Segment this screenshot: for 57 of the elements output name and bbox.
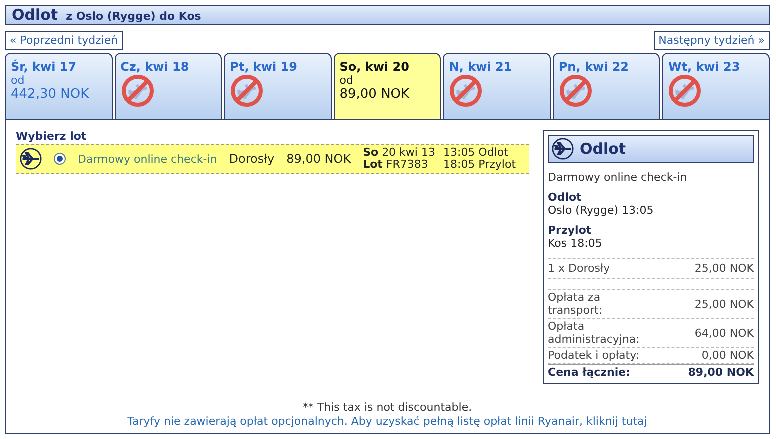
no-flight-icon [230,74,264,108]
from-label: od [340,74,354,87]
day-label: Wt, kwi 23 [668,60,740,74]
fee-label: Opłata za transport: [548,291,604,317]
fee-value: 64,00 NOK [694,326,754,340]
passenger-type: Dorosły [229,152,275,166]
no-flight-icon [558,74,593,108]
tax-note: ** This tax is not discountable. [302,401,474,415]
departure-time: 13:05 Odlot [443,147,510,159]
day-label: So, kwi 20 [340,60,410,74]
section-heading: Wybierz lot [16,130,88,143]
from-label: od [11,74,25,87]
arrival-label: Przylot [548,224,593,237]
day-label: N, kwi 21 [449,60,512,74]
day-tab[interactable]: N, kwi 21 [443,53,551,119]
day-tab[interactable]: So, kwi 20 od 89,00 NOK [334,53,442,119]
arrival-time: 18:05 Przylot [443,159,516,171]
next-week-button[interactable]: Następny tydzień » [654,31,770,50]
day-label: Pn, kwi 22 [558,60,630,74]
flight-number: Lot FR7383 [363,159,430,171]
total-label: Cena łącznie: [548,366,631,379]
day-tab[interactable]: Pn, kwi 22 [552,53,660,119]
fee-label: Opłata administracyjna: [548,320,641,346]
arrival-info: Kos 18:05 [548,237,604,250]
fare-name: Darmowy online check-in [548,171,688,184]
flight-price: 89,00 NOK [286,152,352,166]
total-value: 89,00 NOK [688,366,754,379]
day-label: Pt, kwi 19 [230,60,298,74]
fee-label: Podatek i opłaty: [548,349,641,362]
page-title: Odlot [12,6,58,24]
day-tab[interactable]: Cz, kwi 18 [114,53,222,119]
no-flight-icon [449,74,484,108]
departure-label: Odlot [548,191,583,204]
passenger-label: 1 x Dorosły [548,262,610,275]
day-tab[interactable]: Pt, kwi 19 [224,53,332,119]
plane-icon [20,148,42,170]
day-tab[interactable]: Śr, kwi 17 od 442,30 NOK [5,53,113,119]
summary-title: Odlot [580,140,626,158]
no-flight-icon [668,74,702,108]
day-label: Śr, kwi 17 [11,60,77,74]
fare-name: Darmowy online check-in [78,152,218,166]
day-price: 89,00 NOK [340,87,410,102]
fee-value: 0,00 NOK [702,349,754,362]
flight-row[interactable]: Darmowy online check-in Dorosły 89,00 NOK So 20 kwi 13 13:05 Odlot Lot FR7383 18:05 Przylot [16,144,529,174]
fare-radio[interactable] [54,153,66,165]
flight-date: So 20 kwi 13 [363,147,436,159]
plane-icon [552,138,574,160]
departure-info: Oslo (Rygge) 13:05 [548,204,655,217]
previous-week-button[interactable]: « Poprzedni tydzień [5,31,124,50]
day-tab[interactable]: Wt, kwi 23 [662,53,770,119]
fees-link[interactable]: Taryfy nie zawierają opłat opcjonalnych. Aby uzyskać pełną listę opłat linii Ryanair, kliknij tutaj [128,415,648,428]
day-label: Cz, kwi 18 [120,60,190,74]
no-flight-icon [120,74,155,108]
route-text: z Oslo (Rygge) do Kos [66,10,202,23]
passenger-price: 25,00 NOK [694,262,754,275]
day-price: 442,30 NOK [11,87,90,102]
fee-value: 25,00 NOK [694,298,754,310]
